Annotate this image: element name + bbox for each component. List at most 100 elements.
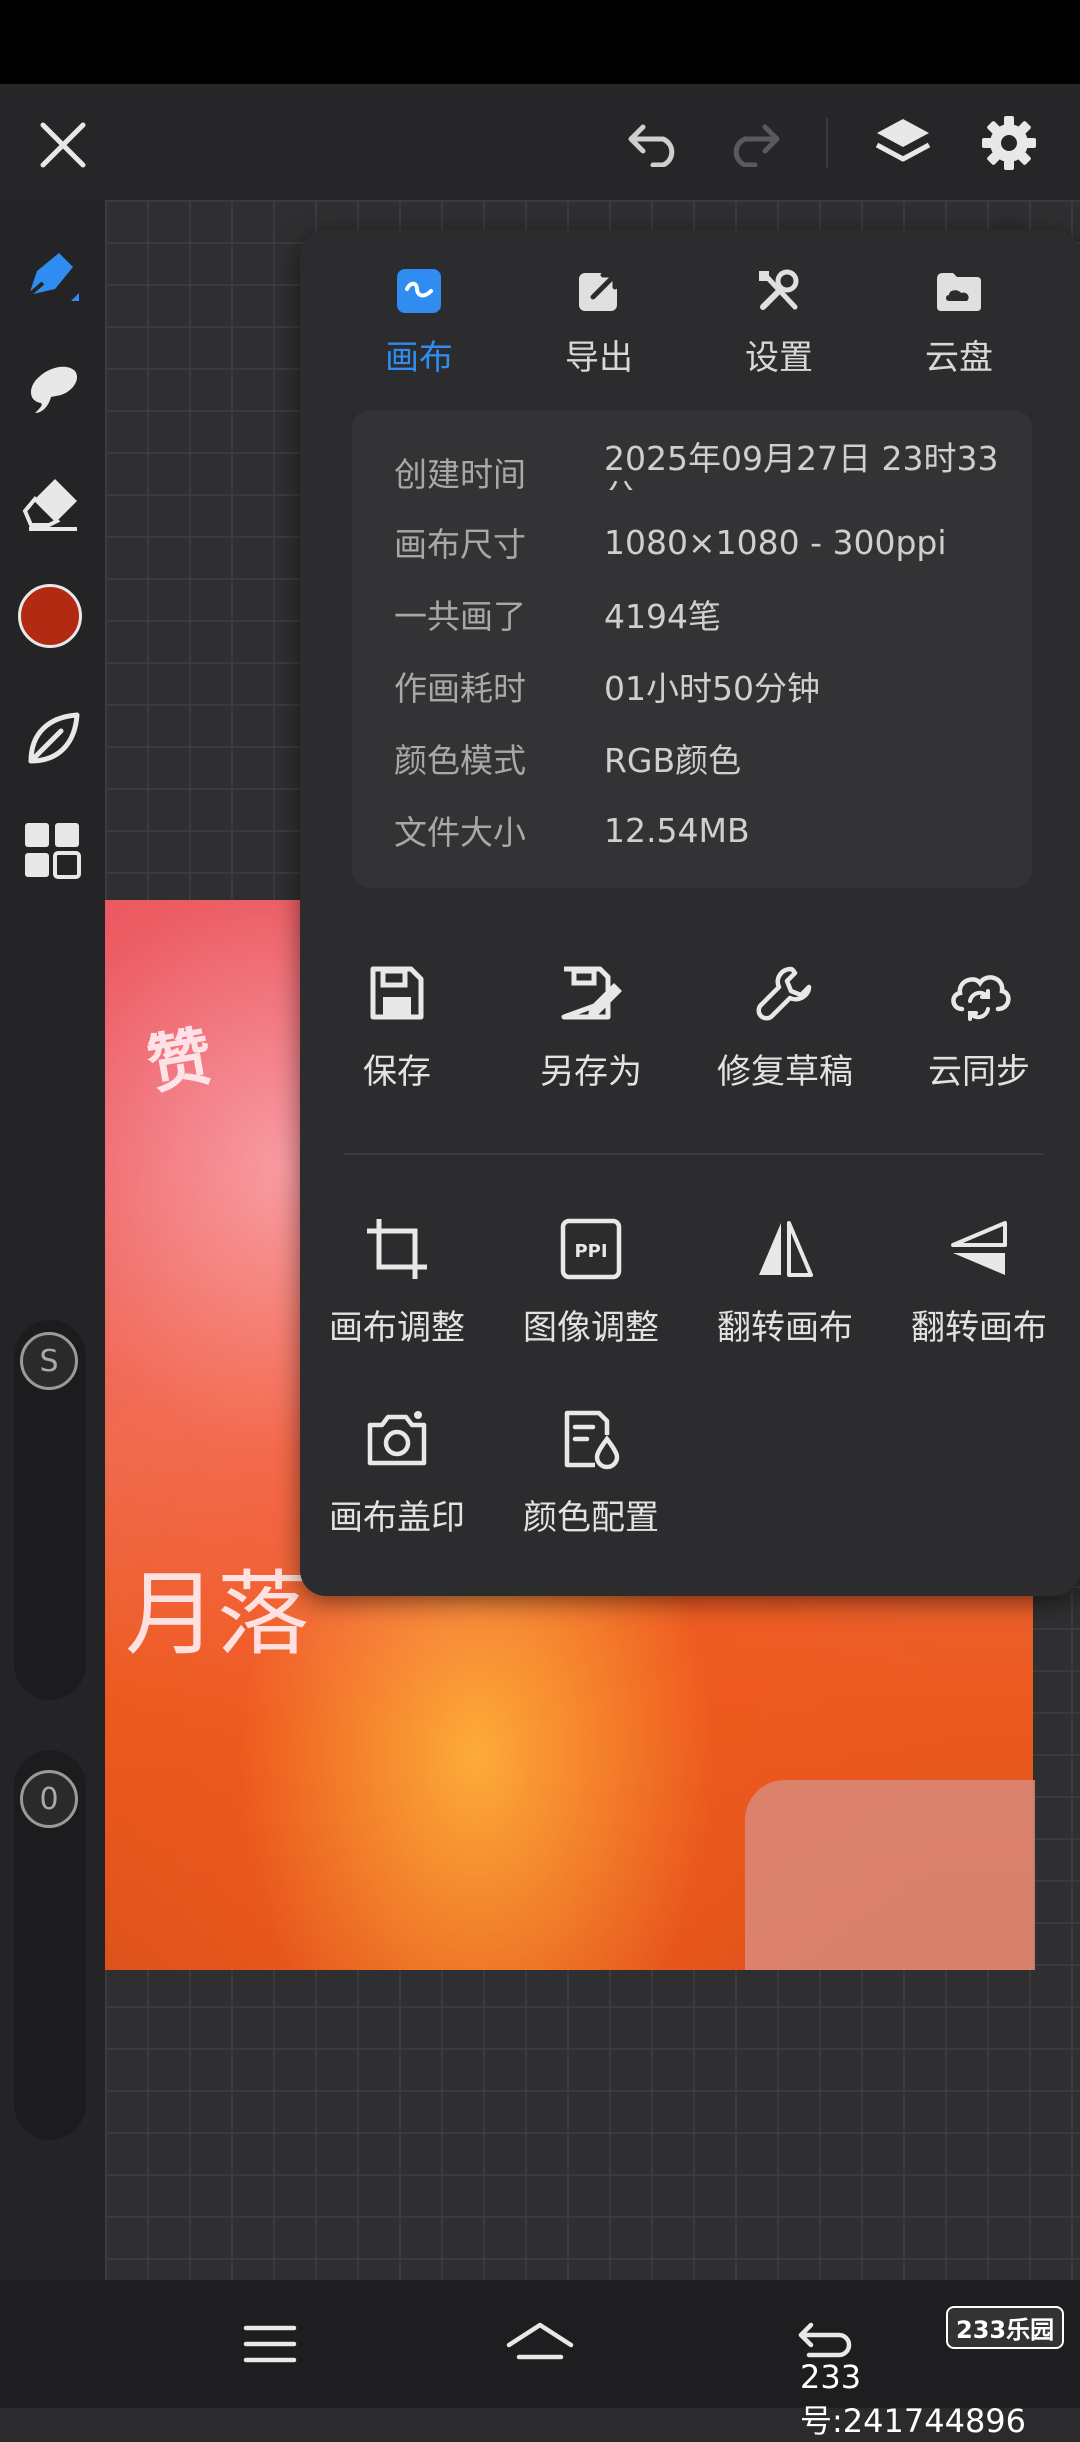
leaf-tool-button[interactable]	[14, 700, 90, 776]
info-key: 文件大小	[394, 813, 526, 852]
brush-size-knob[interactable]: S	[20, 1332, 78, 1390]
save-button[interactable]: 保存	[302, 948, 492, 1098]
info-key: 作画耗时	[394, 669, 526, 708]
canvas-icon	[397, 269, 441, 313]
canvas-adjust-button[interactable]: 画布调整	[302, 1204, 492, 1354]
flip-canvas-horizontal-label: 翻转画布	[717, 1308, 853, 1348]
info-row-created: 创建时间 2025年09月27日 23时33分	[394, 430, 1004, 510]
info-value: 2025年09月27日 23时33分	[604, 439, 999, 491]
save-as-icon	[561, 966, 622, 1020]
info-value: 1080×1080 - 300ppi	[604, 522, 947, 562]
settings-tools-icon	[759, 269, 799, 310]
undo-button[interactable]	[620, 112, 690, 174]
info-key: 创建时间	[394, 455, 526, 494]
nav-home-button[interactable]	[500, 2308, 580, 2380]
watermark-badge: 233乐园	[946, 2306, 1065, 2349]
repair-draft-button[interactable]: 修复草稿	[690, 948, 880, 1098]
export-icon	[579, 272, 618, 311]
brush-tool-button[interactable]	[14, 238, 90, 314]
artwork-text-2: 月落	[125, 1561, 310, 1668]
cloud-drive-icon	[937, 273, 981, 311]
home-icon	[506, 2322, 574, 2360]
grid-icon	[25, 823, 81, 879]
redo-button[interactable]	[718, 112, 788, 174]
ppi-icon: PPI	[560, 1218, 622, 1280]
color-profile-icon	[564, 1410, 620, 1470]
save-label: 保存	[363, 1052, 431, 1092]
close-button[interactable]	[30, 112, 96, 178]
menu-icon	[243, 2325, 297, 2363]
info-row-time-spent: 作画耗时 01小时50分钟	[394, 650, 820, 722]
cloud-sync-button[interactable]: 云同步	[884, 948, 1074, 1098]
layers-button[interactable]	[868, 108, 938, 178]
color-profile-label: 颜色配置	[523, 1498, 659, 1538]
settings-button[interactable]	[974, 108, 1044, 178]
tab-canvas-label: 画布	[385, 338, 453, 378]
flip-canvas-vertical-button[interactable]: 翻转画布	[884, 1204, 1074, 1354]
leaf-icon	[28, 712, 80, 764]
flip-vertical-icon	[951, 1221, 1007, 1275]
left-toolbar: S 0	[0, 200, 105, 2280]
tab-cloud-drive[interactable]: 云盘	[884, 260, 1034, 380]
cloud-sync-label: 云同步	[928, 1052, 1030, 1092]
info-key: 颜色模式	[394, 741, 526, 780]
tab-export[interactable]: 导出	[524, 260, 674, 380]
smudge-tool-button[interactable]	[14, 350, 90, 426]
canvas-info-box: 创建时间 2025年09月27日 23时33分 画布尺寸 1080×1080 -…	[352, 410, 1032, 888]
info-row-canvas-size: 画布尺寸 1080×1080 - 300ppi	[394, 506, 947, 578]
color-profile-button[interactable]: 颜色配置	[496, 1394, 686, 1544]
flip-canvas-horizontal-button[interactable]: 翻转画布	[690, 1204, 880, 1354]
eraser-tool-button[interactable]	[14, 464, 90, 540]
nav-menu-button[interactable]	[232, 2308, 308, 2380]
pen-icon	[27, 253, 79, 301]
image-adjust-button[interactable]: PPI 图像调整	[496, 1204, 686, 1354]
tab-export-label: 导出	[565, 338, 633, 378]
info-value: 12.54MB	[604, 810, 750, 850]
toolbar-divider	[826, 118, 828, 168]
grid-tool-button[interactable]	[14, 812, 90, 888]
camera-icon	[367, 1411, 427, 1466]
flip-canvas-vertical-label: 翻转画布	[911, 1308, 1047, 1348]
undo-icon	[628, 124, 675, 167]
color-swatch[interactable]	[18, 584, 82, 648]
watermark-id: 233号:241744896	[800, 2358, 1027, 2440]
crop-icon	[367, 1219, 427, 1279]
canvas-adjust-label: 画布调整	[329, 1308, 465, 1348]
smudge-icon	[31, 366, 78, 413]
canvas-menu-panel: 画布 导出 设置 云盘 创建时间 2025年09月27日 23时33分 画布尺寸…	[300, 230, 1080, 1596]
flip-horizontal-icon	[759, 1221, 813, 1277]
save-icon	[370, 966, 424, 1020]
info-value: 4194笔	[604, 597, 721, 636]
opacity-knob[interactable]: 0	[20, 1770, 78, 1828]
artwork-figure	[745, 1780, 1035, 1970]
tab-cloud-drive-label: 云盘	[925, 338, 993, 378]
redo-icon	[733, 124, 780, 167]
info-row-file-size: 文件大小 12.54MB	[394, 794, 750, 866]
tab-settings[interactable]: 设置	[704, 260, 854, 380]
gear-icon	[982, 116, 1036, 170]
close-icon	[40, 122, 86, 168]
cloud-sync-icon	[951, 975, 1011, 1021]
wrench-icon	[756, 966, 812, 1021]
canvas-stamp-button[interactable]: 画布盖印	[302, 1394, 492, 1544]
image-adjust-label: 图像调整	[523, 1308, 659, 1348]
info-row-strokes: 一共画了 4194笔	[394, 578, 721, 650]
info-key: 一共画了	[394, 597, 526, 636]
artwork-text-1: 赞	[141, 1018, 218, 1104]
eraser-icon	[22, 479, 77, 531]
info-row-color-mode: 颜色模式 RGB颜色	[394, 722, 741, 794]
panel-divider	[344, 1153, 1044, 1155]
repair-draft-label: 修复草稿	[717, 1052, 853, 1092]
save-as-label: 另存为	[540, 1052, 642, 1092]
info-key: 画布尺寸	[394, 525, 526, 564]
info-value: 01小时50分钟	[604, 669, 820, 708]
canvas-stamp-label: 画布盖印	[329, 1498, 465, 1538]
svg-text:PPI: PPI	[574, 1241, 607, 1262]
tab-settings-label: 设置	[745, 338, 813, 378]
tab-canvas[interactable]: 画布	[344, 260, 494, 380]
layers-icon	[875, 119, 931, 162]
top-toolbar	[0, 84, 1080, 200]
status-bar	[0, 0, 1080, 84]
save-as-button[interactable]: 另存为	[496, 948, 686, 1098]
panel-caret	[988, 212, 1028, 232]
